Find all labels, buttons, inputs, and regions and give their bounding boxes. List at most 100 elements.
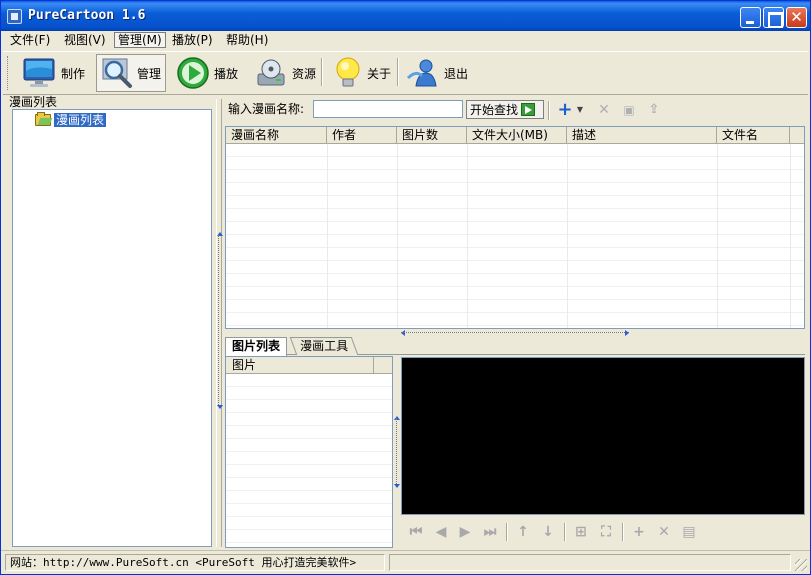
tab-image-list-label: 图片列表 xyxy=(232,339,281,353)
collapse-down-icon xyxy=(625,330,629,336)
title-bar[interactable]: PureCartoon 1.6 ✕ xyxy=(1,1,810,31)
add-icon[interactable]: + xyxy=(557,101,573,119)
move-down-icon[interactable]: ↓ xyxy=(538,522,558,542)
splitter-grip xyxy=(401,332,629,333)
next-image-icon[interactable]: ▶ xyxy=(455,522,475,542)
resize-grip[interactable] xyxy=(795,559,807,571)
menu-view[interactable]: 视图(V) xyxy=(61,32,109,48)
column-header-image-count[interactable]: 图片数 xyxy=(397,127,467,144)
splitter-grip xyxy=(218,235,220,405)
folder-open-icon xyxy=(35,112,51,126)
delete-icon[interactable]: ✕ xyxy=(596,102,612,118)
monitor-icon xyxy=(23,58,55,87)
menu-manage[interactable]: 管理(M) xyxy=(114,32,166,48)
last-image-icon[interactable]: ⏭ xyxy=(480,522,500,542)
minimize-button[interactable] xyxy=(740,7,761,28)
exit-button[interactable]: 退出 xyxy=(402,54,472,92)
tree-node-label: 漫画列表 xyxy=(54,113,107,127)
column-header-author[interactable]: 作者 xyxy=(327,127,397,144)
left-splitter[interactable] xyxy=(216,99,223,547)
grid-line xyxy=(397,144,398,328)
close-button[interactable]: ✕ xyxy=(786,7,807,28)
save-icon[interactable]: ▤ xyxy=(679,522,699,542)
comic-tree[interactable]: 漫画列表 xyxy=(12,109,212,547)
prev-image-icon[interactable]: ◀ xyxy=(431,522,451,542)
toolbar-separator xyxy=(564,523,566,541)
grid-line xyxy=(567,144,568,328)
grid-line xyxy=(327,144,328,328)
image-preview[interactable] xyxy=(401,357,805,515)
lightbulb-icon xyxy=(336,57,360,87)
toolbar-separator xyxy=(548,101,550,120)
column-header-file-size[interactable]: 文件大小(MB) xyxy=(467,127,567,144)
table-splitter[interactable] xyxy=(225,329,805,336)
column-header-image[interactable]: 图片 xyxy=(226,357,374,374)
manage-button-label: 管理 xyxy=(137,66,162,81)
column-header-filename[interactable]: 文件名 xyxy=(717,127,790,144)
dropdown-arrow-icon[interactable]: ▼ xyxy=(576,102,584,118)
collapse-up-icon xyxy=(401,330,405,336)
app-icon[interactable] xyxy=(7,9,22,24)
status-bar: 网站：http://www.PureSoft.cn <PureSoft 用心打造… xyxy=(1,550,810,574)
play-button-label: 播放 xyxy=(214,66,239,81)
close-icon: ✕ xyxy=(790,8,803,26)
user-exit-icon xyxy=(406,59,437,87)
toolbar-separator xyxy=(622,523,624,541)
collapse-left-icon xyxy=(394,416,400,420)
play-button[interactable]: 播放 xyxy=(172,54,242,92)
maximize-button[interactable] xyxy=(763,7,784,28)
column-header-spacer xyxy=(374,357,392,374)
manage-button[interactable]: 管理 xyxy=(96,54,167,92)
menu-bar: 文件(F) 视图(V) 管理(M) 播放(P) 帮助(H) xyxy=(1,31,810,49)
about-button[interactable]: 关于 xyxy=(329,54,395,92)
resource-button-label: 资源 xyxy=(292,66,317,81)
actual-size-icon[interactable]: ⊞ xyxy=(571,522,591,542)
resource-button[interactable]: 资源 xyxy=(250,54,320,92)
splitter-grip xyxy=(396,418,397,486)
window-title: PureCartoon 1.6 xyxy=(28,8,146,23)
image-list-body xyxy=(226,374,392,547)
edit-icon[interactable]: ▣ xyxy=(621,102,637,118)
menu-play[interactable]: 播放(P) xyxy=(169,32,216,48)
grid-line xyxy=(717,144,718,328)
search-button-label: 开始查找 xyxy=(470,103,519,117)
go-arrow-icon xyxy=(521,103,536,116)
comic-table[interactable]: 漫画名称 作者 图片数 文件大小(MB) 描述 文件名 xyxy=(225,126,805,329)
move-up-icon[interactable]: ↑ xyxy=(513,522,533,542)
toolbar-separator xyxy=(506,523,508,541)
tree-node-root[interactable]: 漫画列表 xyxy=(35,112,107,127)
search-label: 输入漫画名称: xyxy=(228,102,305,116)
column-header-description[interactable]: 描述 xyxy=(567,127,717,144)
exit-button-label: 退出 xyxy=(444,66,469,81)
tab-comic-tools[interactable]: 漫画工具 xyxy=(289,337,359,355)
menu-help[interactable]: 帮助(H) xyxy=(223,32,271,48)
grid-line xyxy=(467,144,468,328)
make-button[interactable]: 制作 xyxy=(17,54,89,92)
expand-left-icon xyxy=(217,405,223,409)
tab-image-list[interactable]: 图片列表 xyxy=(225,337,288,356)
column-header-name[interactable]: 漫画名称 xyxy=(226,127,327,144)
status-panel-empty xyxy=(389,554,791,571)
preview-splitter[interactable] xyxy=(394,356,400,548)
toolbar-separator xyxy=(321,58,323,86)
image-list[interactable]: 图片 xyxy=(225,356,393,548)
add-image-icon[interactable]: + xyxy=(629,522,649,542)
grid-line xyxy=(790,144,791,328)
toolbar-grip[interactable] xyxy=(7,56,10,90)
disk-icon xyxy=(257,59,285,86)
first-image-icon[interactable]: ⏮ xyxy=(406,522,426,542)
search-input[interactable] xyxy=(313,100,463,118)
status-text: 网站：http://www.PureSoft.cn <PureSoft 用心打造… xyxy=(5,554,385,571)
left-panel-caption: 漫画列表 xyxy=(9,95,58,109)
bottom-tabs: 图片列表 漫画工具 xyxy=(225,337,805,356)
export-icon[interactable]: ⇪ xyxy=(646,102,662,118)
play-icon xyxy=(177,57,209,89)
fit-window-icon[interactable]: ⛶ xyxy=(596,522,616,542)
menu-file[interactable]: 文件(F) xyxy=(7,32,53,48)
expand-right-icon xyxy=(394,484,400,488)
preview-toolbar: ⏮ ◀ ▶ ⏭ ↑ ↓ ⊞ ⛶ + ✕ ▤ xyxy=(401,517,805,547)
start-search-button[interactable]: 开始查找 xyxy=(466,100,544,119)
toolbar-separator xyxy=(397,58,399,86)
make-button-label: 制作 xyxy=(61,66,86,81)
remove-image-icon[interactable]: ✕ xyxy=(654,522,674,542)
